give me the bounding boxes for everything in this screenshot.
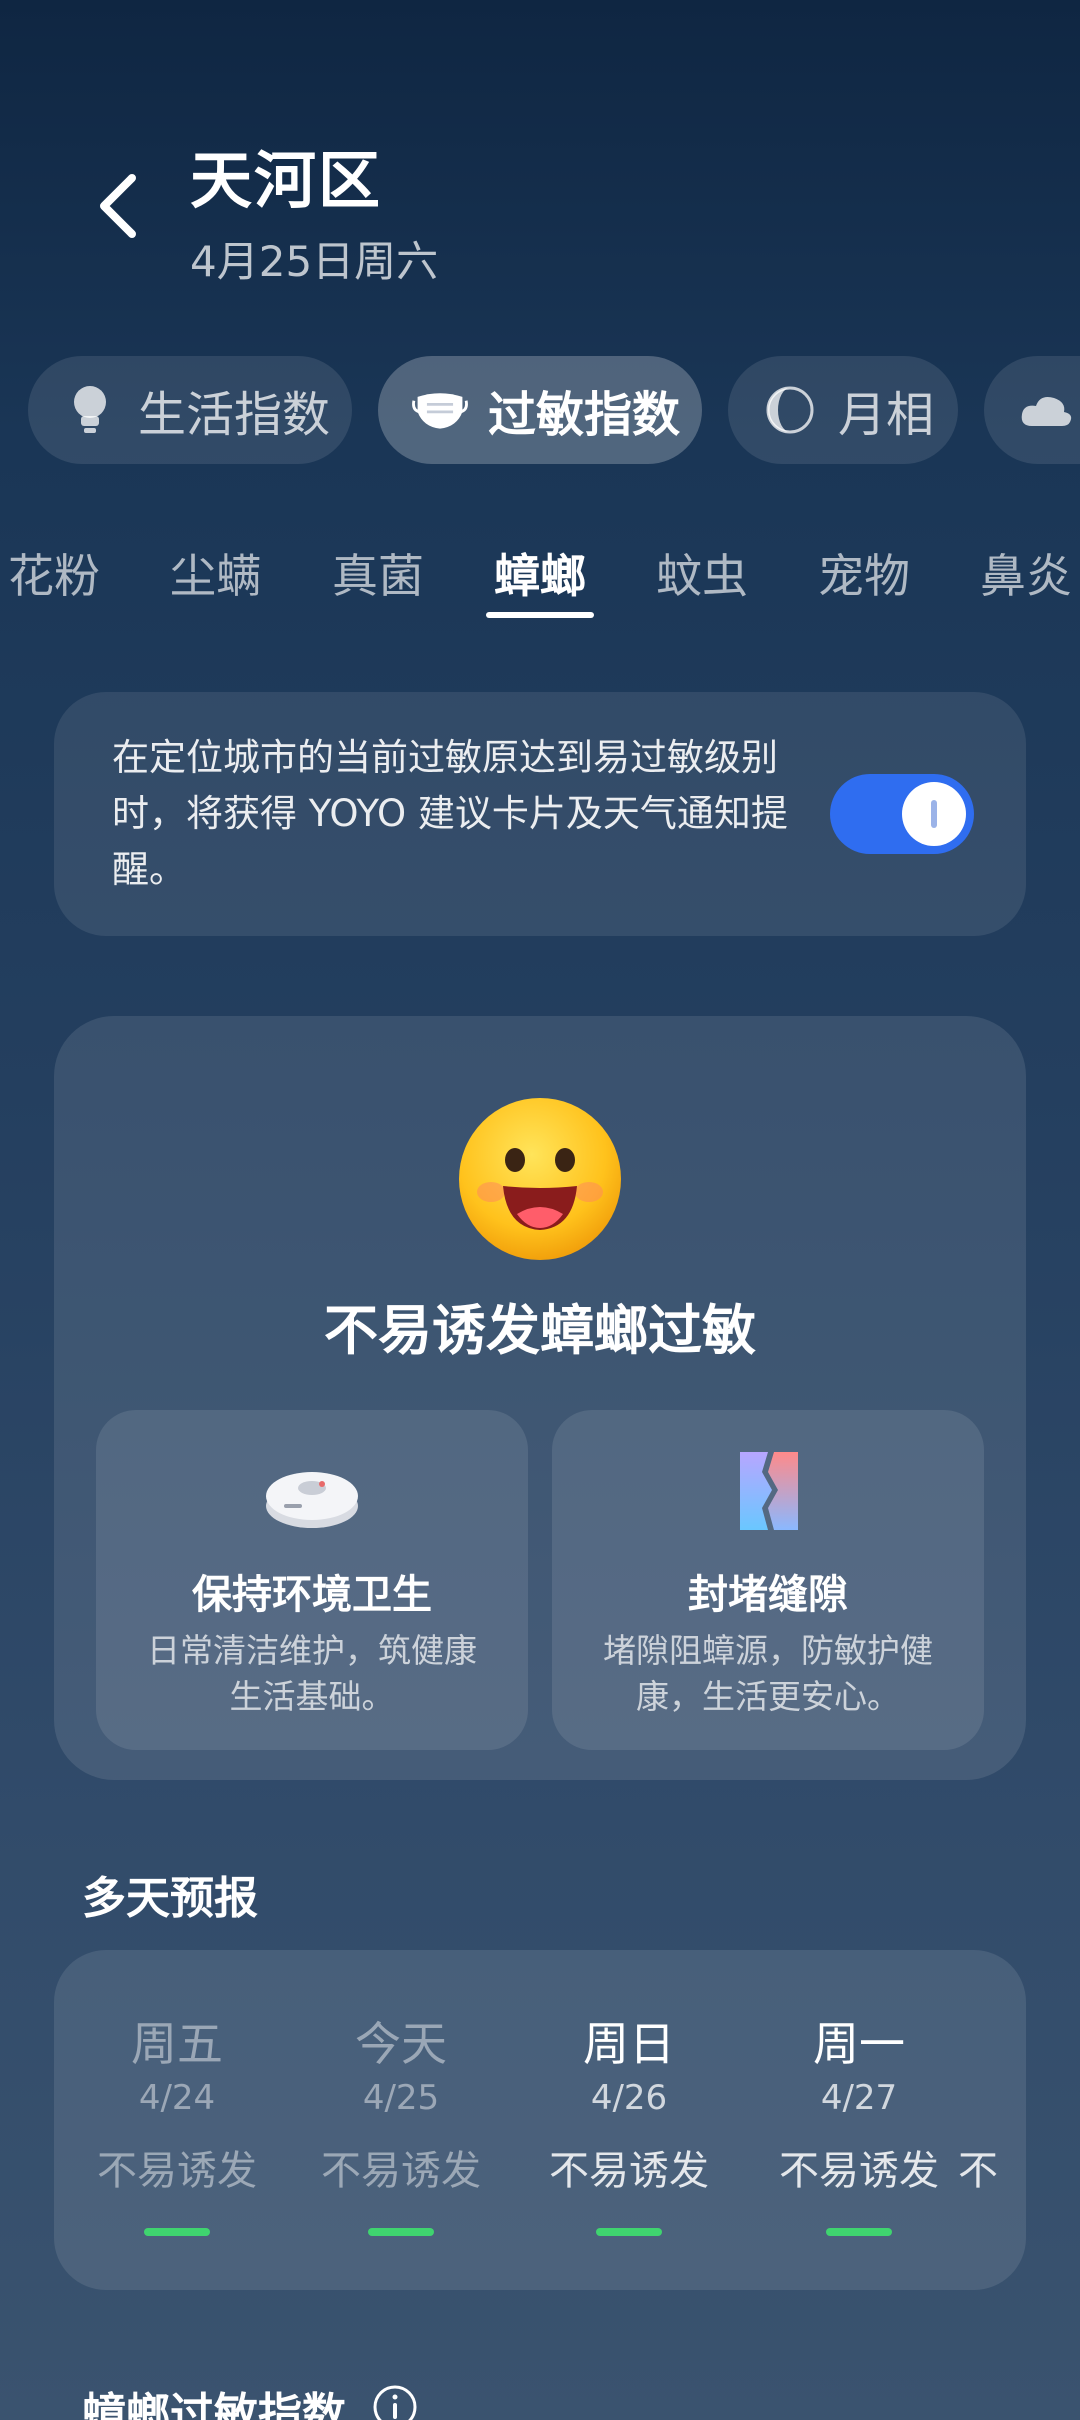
robot-vacuum-icon <box>266 1472 358 1528</box>
pill-moon-phase[interactable]: 月相 <box>728 356 958 464</box>
cloud-icon <box>1018 382 1074 438</box>
notification-card: 在定位城市的当前过敏原达到易过敏级别时，将获得 YOYO 建议卡片及天气通知提醒… <box>54 692 1026 936</box>
forecast-day[interactable]: 周日 4/26 不易诱发 <box>514 1950 744 2290</box>
pill-weather[interactable] <box>984 356 1080 464</box>
info-icon[interactable] <box>372 2384 418 2420</box>
tab-pollen[interactable]: 花粉 <box>8 540 100 606</box>
tab-mosquito[interactable]: 蚊虫 <box>656 540 748 606</box>
page: 天河区 4月25日周六 生活指数 过敏指数 月相 花粉 尘螨 真菌 蟑螂 蚊虫 … <box>0 0 1080 2420</box>
tip-description: 堵隙阻蟑源，防敏护健康，生活更安心。 <box>603 1631 933 1716</box>
page-date: 4月25日周六 <box>190 237 439 286</box>
tip-description: 日常清洁维护，筑健康生活基础。 <box>147 1631 477 1716</box>
crack-seal-icon <box>740 1452 798 1530</box>
forecast-level-bar <box>826 2228 892 2236</box>
forecast-day-name: 周日 <box>583 2017 675 2071</box>
tab-fungus[interactable]: 真菌 <box>332 540 424 606</box>
notification-toggle[interactable] <box>830 774 974 854</box>
forecast-day-date: 4/26 <box>590 2078 668 2118</box>
notification-text: 在定位城市的当前过敏原达到易过敏级别时，将获得 YOYO 建议卡片及天气通知提醒… <box>112 736 788 891</box>
lightbulb-icon <box>62 382 118 438</box>
forecast-day[interactable]: 不 <box>932 1950 1026 2290</box>
tab-pet[interactable]: 宠物 <box>818 540 910 606</box>
cockroach-index-title: 蟑螂过敏指数 <box>82 2389 346 2420</box>
forecast-day-name: 今天 <box>355 2017 447 2071</box>
forecast-day-date: 4/24 <box>138 2078 216 2118</box>
tip-title: 封堵缝隙 <box>688 1572 848 1618</box>
forecast-day-date: 4/25 <box>362 2078 440 2118</box>
forecast-day-level: 不易诱发 <box>321 2148 481 2194</box>
pill-allergy-index[interactable]: 过敏指数 <box>378 356 702 464</box>
smile-emoji-icon <box>459 1098 621 1260</box>
back-button[interactable] <box>88 168 152 244</box>
forecast-day[interactable]: 周五 4/24 不易诱发 <box>62 1950 292 2290</box>
forecast-day-level: 不易诱发 <box>97 2148 257 2194</box>
forecast-level-bar <box>368 2228 434 2236</box>
chevron-left-icon <box>100 174 136 238</box>
allergen-tabs: 花粉 尘螨 真菌 蟑螂 蚊虫 宠物 鼻炎 <box>0 540 1080 620</box>
forecast-day-level: 不易诱发 <box>549 2148 709 2194</box>
pill-label: 月相 <box>838 387 935 443</box>
active-tab-indicator <box>486 612 594 618</box>
mask-icon <box>412 382 468 438</box>
allergy-status-card: 不易诱发蟑螂过敏 保持环境卫生 日常清洁维护，筑健康生活基础。 封堵缝隙 堵隙阻… <box>54 1016 1026 1780</box>
moon-icon <box>762 382 818 438</box>
pill-life-index[interactable]: 生活指数 <box>28 356 352 464</box>
category-pills: 生活指数 过敏指数 月相 <box>0 356 1080 464</box>
tab-cockroach[interactable]: 蟑螂 <box>494 540 586 606</box>
tip-card-hygiene: 保持环境卫生 日常清洁维护，筑健康生活基础。 <box>96 1410 528 1750</box>
pill-label: 生活指数 <box>138 387 331 443</box>
forecast-day-name: 周五 <box>131 2017 223 2071</box>
tab-rhinitis[interactable]: 鼻炎 <box>980 540 1072 606</box>
forecast-level-bar <box>596 2228 662 2236</box>
tip-title: 保持环境卫生 <box>192 1572 432 1618</box>
forecast-section-title: 多天预报 <box>82 1873 258 1924</box>
allergy-status-text: 不易诱发蟑螂过敏 <box>324 1299 756 1362</box>
toggle-knob <box>902 782 966 846</box>
tip-card-seal-gaps: 封堵缝隙 堵隙阻蟑源，防敏护健康，生活更安心。 <box>552 1410 984 1750</box>
tab-dust-mite[interactable]: 尘螨 <box>170 540 262 606</box>
page-title: 天河区 <box>190 144 383 217</box>
forecast-day[interactable]: 今天 4/25 不易诱发 <box>286 1950 516 2290</box>
forecast-level-bar <box>144 2228 210 2236</box>
forecast-card: 周五 4/24 不易诱发 今天 4/25 不易诱发 周日 4/26 不易诱发 周… <box>54 1950 1026 2290</box>
forecast-day-level: 不 <box>958 2148 998 2194</box>
pill-label: 过敏指数 <box>488 387 681 443</box>
